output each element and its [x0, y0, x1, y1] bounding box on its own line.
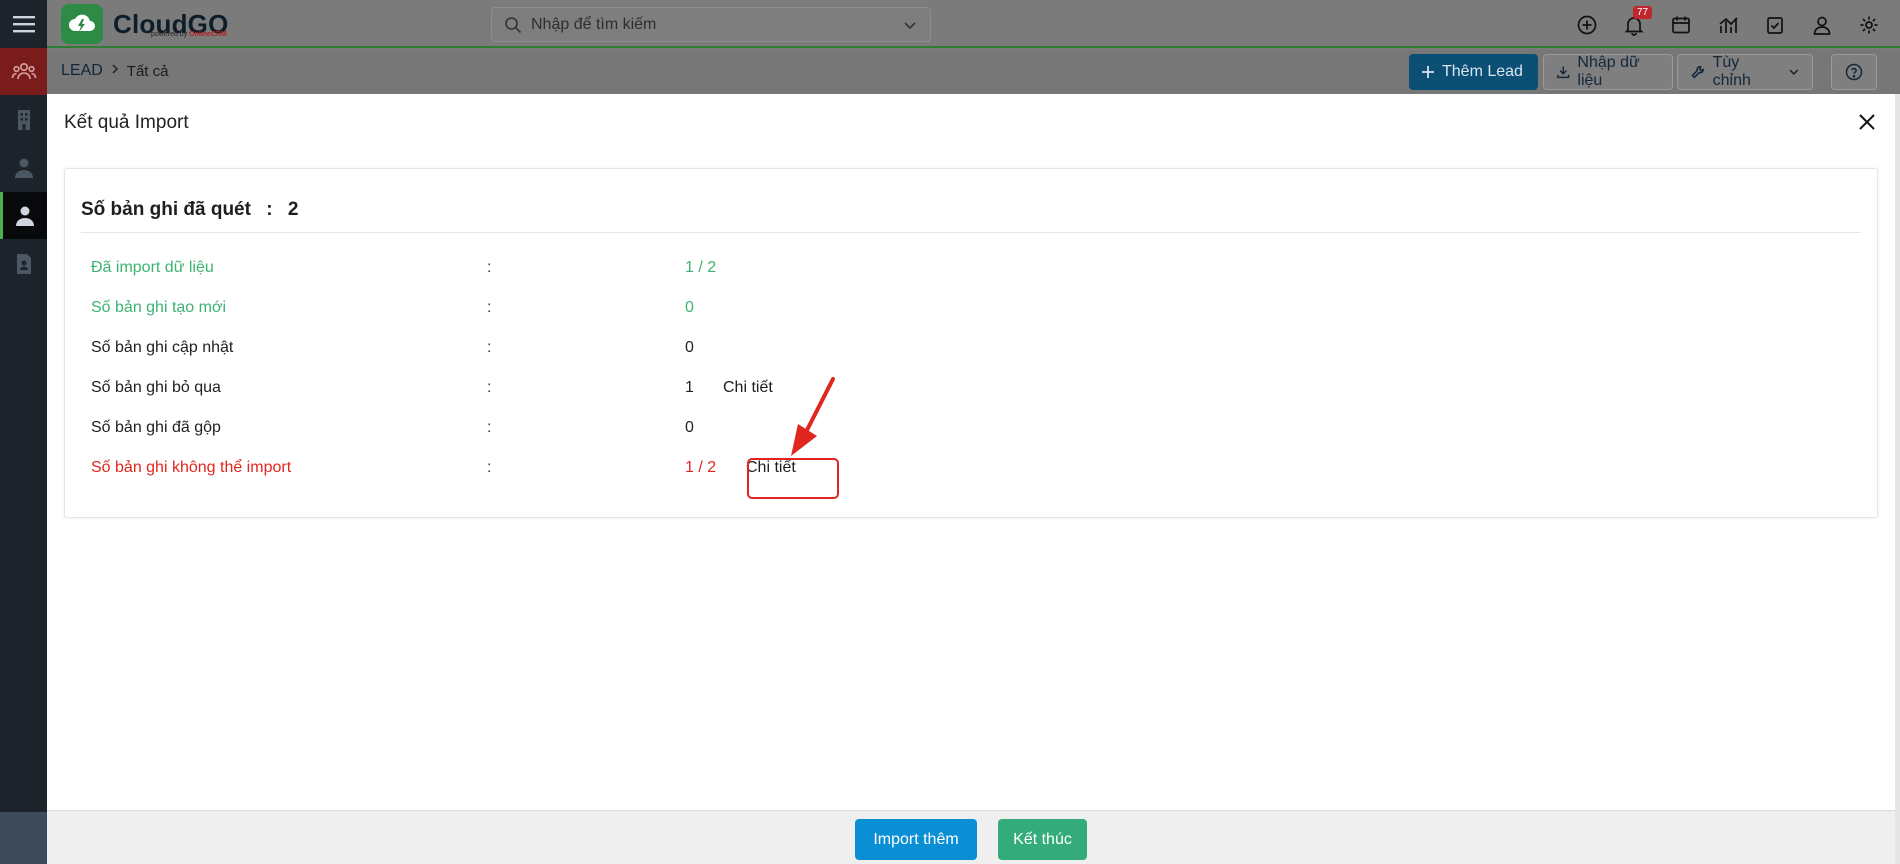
cloud-logo-icon [61, 4, 103, 44]
breadcrumb: LEAD Tất cả [61, 62, 168, 80]
search-icon [505, 16, 522, 33]
chevron-down-icon [1789, 69, 1799, 76]
hamburger-menu-icon[interactable] [0, 0, 47, 47]
import-more-button[interactable]: Import thêm [855, 819, 977, 860]
import-summary-card: Số bản ghi đã quét : 2 Đã import dữ liệu… [64, 168, 1878, 518]
modal-footer: Import thêm Kết thúc [47, 810, 1895, 864]
add-circle-icon[interactable] [1574, 12, 1600, 38]
global-search[interactable]: Nhập để tìm kiếm [491, 7, 931, 42]
page-scrollbar[interactable] [1895, 94, 1900, 864]
import-data-button[interactable]: Nhập dữ liệu [1543, 54, 1673, 90]
wrench-icon [1691, 65, 1704, 79]
person-icon[interactable] [0, 192, 47, 239]
result-row-updated: Số bản ghi cập nhật : 0 [91, 339, 694, 356]
contact-person-icon[interactable] [0, 144, 47, 191]
left-nav-rail [0, 0, 47, 864]
customize-dropdown[interactable]: Tùy chỉnh [1677, 54, 1813, 90]
scanned-records-summary: Số bản ghi đã quét : 2 [81, 199, 1861, 233]
breadcrumb-module[interactable]: LEAD [61, 62, 103, 80]
chart-icon[interactable] [1715, 12, 1741, 38]
breadcrumb-current[interactable]: Tất cả [127, 63, 169, 80]
help-question-icon [1845, 63, 1863, 81]
bell-icon[interactable]: 77 [1621, 6, 1653, 38]
task-check-icon[interactable] [1762, 12, 1788, 38]
plus-icon [1422, 66, 1434, 78]
add-lead-label: Thêm Lead [1442, 63, 1523, 80]
search-input[interactable]: Nhập để tìm kiếm [531, 16, 656, 34]
import-data-label: Nhập dữ liệu [1577, 54, 1640, 89]
settings-gear-icon[interactable] [1856, 12, 1882, 38]
close-icon[interactable] [1853, 108, 1881, 136]
result-row-created: Số bản ghi tạo mới : 0 [91, 299, 694, 316]
help-button[interactable] [1831, 54, 1877, 90]
chevron-down-icon[interactable] [902, 17, 918, 33]
skipped-detail-link[interactable]: Chi tiết [723, 379, 773, 397]
app-logo[interactable]: CloudGO [61, 4, 229, 44]
users-group-icon[interactable] [0, 48, 47, 95]
highlight-box [747, 458, 839, 499]
notification-badge: 77 [1633, 6, 1653, 19]
user-profile-icon[interactable] [1809, 12, 1835, 38]
result-row-skipped: Số bản ghi bỏ qua : 1 Chi tiết [91, 379, 773, 397]
logo-powered-by: powered by OnlineCRM [151, 31, 227, 38]
result-row-merged: Số bản ghi đã gộp : 0 [91, 419, 694, 436]
building-icon[interactable] [0, 96, 47, 143]
annotation-arrow-icon [791, 377, 835, 456]
finish-button[interactable]: Kết thúc [998, 819, 1087, 860]
document-person-icon[interactable] [0, 240, 47, 287]
scanned-records-count: 2 [287, 199, 299, 220]
rail-footer [0, 812, 47, 864]
modal-title: Kết quả Import [64, 112, 189, 133]
module-header: LEAD Tất cả Thêm Lead Nhập dữ liệu Tùy c… [47, 50, 1900, 94]
result-row-imported: Đã import dữ liệu : 1 / 2 [91, 259, 717, 276]
add-lead-button[interactable]: Thêm Lead [1409, 54, 1538, 90]
download-icon [1557, 66, 1570, 79]
top-bar: CloudGO powered by OnlineCRM Nhập để tìm… [47, 0, 1900, 48]
calendar-icon[interactable] [1668, 12, 1694, 38]
import-result-modal: Kết quả Import Số bản ghi đã quét : 2 Đã… [47, 94, 1895, 864]
chevron-right-icon [110, 62, 120, 80]
customize-label: Tùy chỉnh [1712, 54, 1751, 89]
